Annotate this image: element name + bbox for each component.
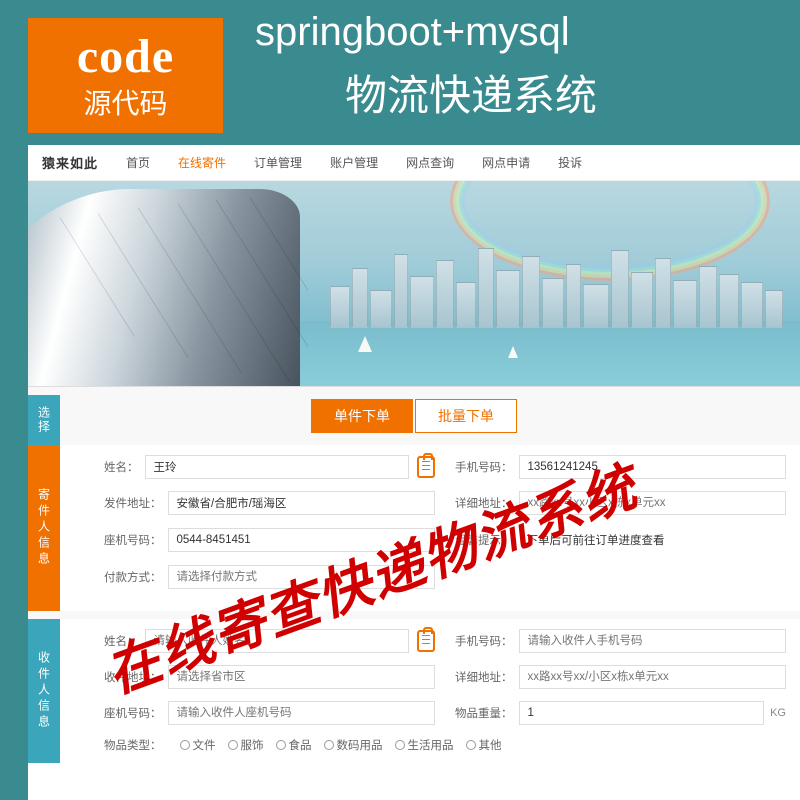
cat-other[interactable]: 其他: [466, 737, 502, 753]
receiver-panel-label: 收件人信息: [28, 619, 60, 763]
header-line2: 物流快递系统: [345, 62, 597, 123]
receiver-detail-input[interactable]: [519, 665, 787, 689]
brand: 猿来如此: [42, 153, 98, 172]
hero-banner: [28, 181, 800, 387]
cat-living[interactable]: 生活用品: [395, 737, 454, 753]
receiver-name-label: 姓名：: [104, 633, 139, 649]
radio-icon: [466, 740, 476, 750]
skyline-graphic: [330, 246, 800, 328]
logo-badge: code 源代码: [28, 18, 223, 133]
radio-icon: [324, 740, 334, 750]
sailboat-icon: [358, 336, 372, 352]
receiver-name-input[interactable]: [145, 629, 410, 653]
sender-detail-input[interactable]: [519, 491, 787, 515]
sender-remark-text: 下单后可前往订单进度查看: [519, 527, 787, 553]
radio-icon: [276, 740, 286, 750]
nav-online-send[interactable]: 在线寄件: [178, 154, 226, 171]
receiver-detail-label: 详细地址：: [455, 669, 513, 685]
nav-branch-apply[interactable]: 网点申请: [482, 154, 530, 171]
receiver-phone-label: 手机号码：: [455, 633, 513, 649]
cat-clothes[interactable]: 服饰: [228, 737, 264, 753]
clipboard-icon[interactable]: [417, 630, 435, 652]
radio-icon: [395, 740, 405, 750]
receiver-tel-label: 座机号码：: [104, 705, 162, 721]
sender-name-input[interactable]: [145, 455, 410, 479]
sender-pay-select[interactable]: [168, 565, 436, 589]
sender-addr-select[interactable]: [168, 491, 436, 515]
ship-graphic: [28, 189, 308, 387]
cat-doc[interactable]: 文件: [180, 737, 216, 753]
nav-complaint[interactable]: 投诉: [558, 154, 582, 171]
logo-sub: 源代码: [83, 82, 167, 122]
sender-remark-label: 温馨提示：: [455, 532, 513, 548]
main-nav: 首页 在线寄件 订单管理 账户管理 网点查询 网点申请 投诉: [126, 154, 582, 171]
nav-branch-query[interactable]: 网点查询: [406, 154, 454, 171]
nav-account[interactable]: 账户管理: [330, 154, 378, 171]
cat-food[interactable]: 食品: [276, 737, 312, 753]
receiver-weight-label: 物品重量：: [455, 705, 513, 721]
receiver-addr-label: 收件地址：: [104, 669, 162, 685]
radio-icon: [180, 740, 190, 750]
sender-panel: 寄件人信息 姓名： 手机号码： 发件地址：: [28, 445, 800, 611]
receiver-panel: 收件人信息 姓名： 手机号码： 收件地址：: [28, 619, 800, 763]
receiver-addr-select[interactable]: [168, 665, 436, 689]
nav-orders[interactable]: 订单管理: [254, 154, 302, 171]
sender-detail-label: 详细地址：: [455, 495, 513, 511]
clipboard-icon[interactable]: [417, 456, 435, 478]
receiver-weight-input[interactable]: [519, 701, 765, 725]
category-label: 物品类型：: [104, 737, 162, 753]
topbar: 猿来如此 首页 在线寄件 订单管理 账户管理 网点查询 网点申请 投诉: [28, 145, 800, 181]
header-line1: springboot+mysql: [255, 10, 570, 55]
sender-name-label: 姓名：: [104, 459, 139, 475]
sender-phone-label: 手机号码：: [455, 459, 513, 475]
sender-phone-input[interactable]: [519, 455, 787, 479]
side-tab-select: 选择: [28, 395, 60, 445]
app-window: 猿来如此 首页 在线寄件 订单管理 账户管理 网点查询 网点申请 投诉 选择: [28, 145, 800, 800]
sender-addr-label: 发件地址：: [104, 495, 162, 511]
cat-digital[interactable]: 数码用品: [324, 737, 383, 753]
sender-tel-input[interactable]: [168, 528, 436, 552]
tab-batch-order[interactable]: 批量下单: [415, 399, 517, 433]
tab-single-order[interactable]: 单件下单: [311, 399, 413, 433]
logo-main: code: [77, 29, 174, 84]
weight-unit: KG: [770, 707, 786, 719]
receiver-phone-input[interactable]: [519, 629, 787, 653]
sender-panel-label: 寄件人信息: [28, 445, 60, 611]
radio-icon: [228, 740, 238, 750]
sender-pay-label: 付款方式：: [104, 569, 162, 585]
sailboat-icon: [508, 346, 518, 358]
nav-home[interactable]: 首页: [126, 154, 150, 171]
receiver-tel-input[interactable]: [168, 701, 436, 725]
sender-tel-label: 座机号码：: [104, 532, 162, 548]
order-mode-tabs: 选择 单件下单 批量下单: [28, 387, 800, 445]
content-area: 选择 单件下单 批量下单 寄件人信息 姓名： 手机号码：: [28, 387, 800, 763]
